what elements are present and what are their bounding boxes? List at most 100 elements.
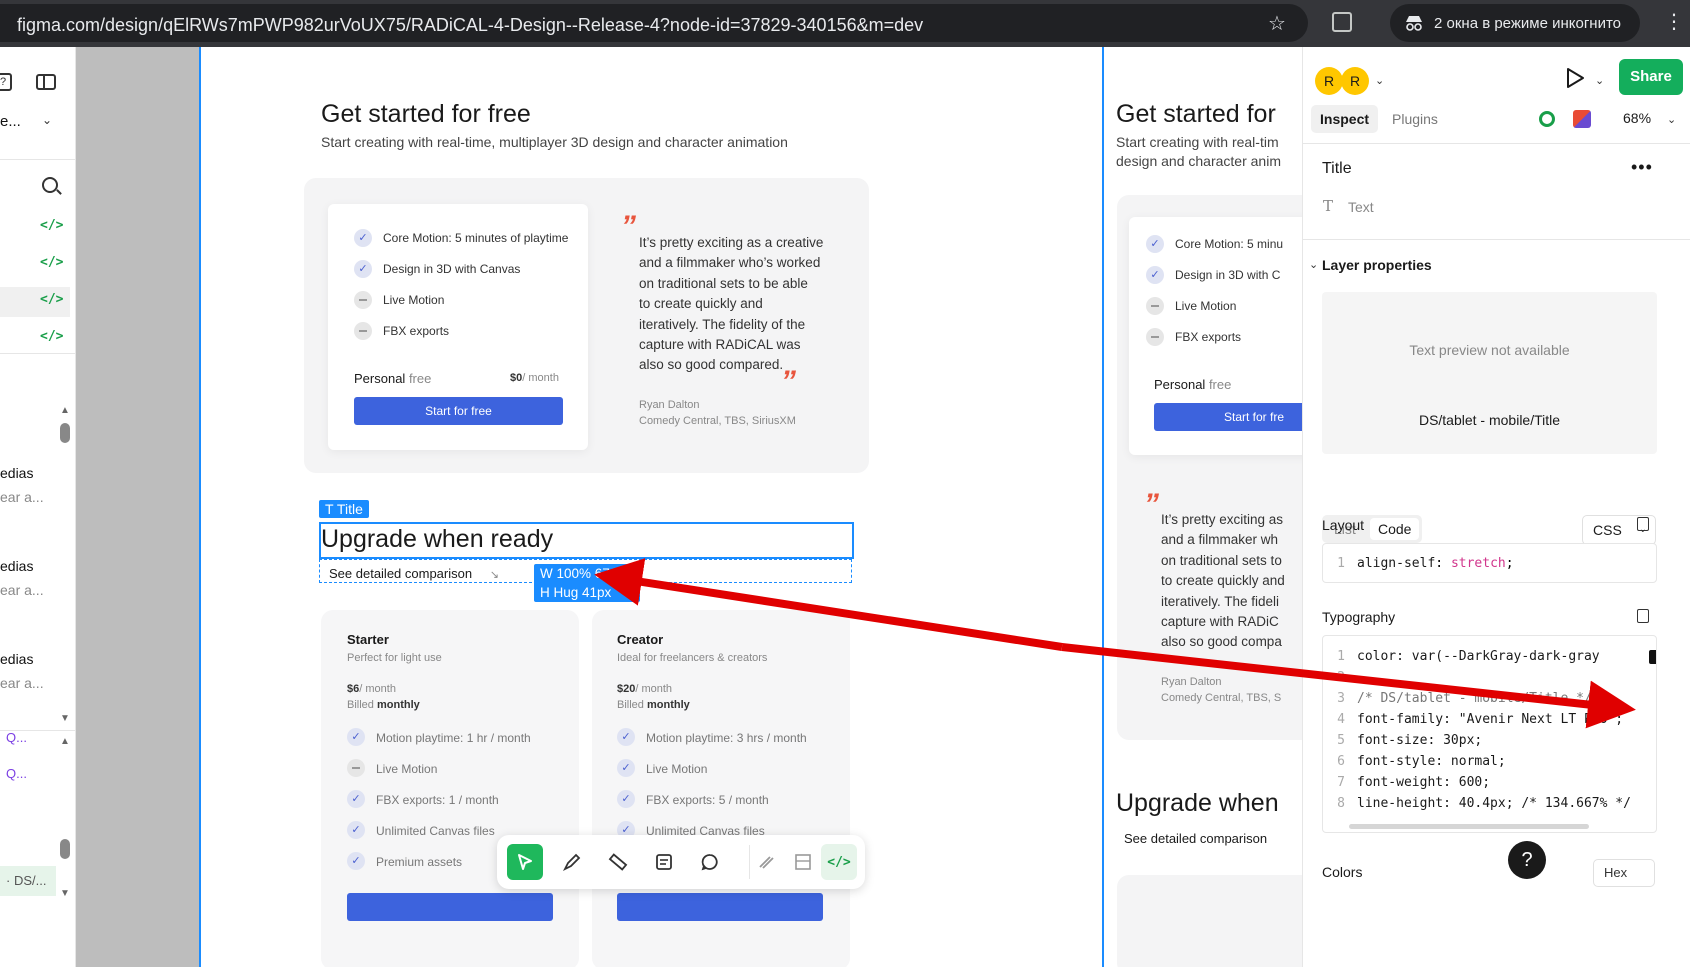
scroll-up-icon[interactable]: ▲ — [60, 736, 70, 747]
creator-buy-button[interactable] — [617, 893, 823, 921]
hero-subtitle[interactable]: design and character anim — [1116, 153, 1281, 169]
share-button[interactable]: Share — [1619, 59, 1683, 95]
chevron-down-icon[interactable]: ⌄ — [1667, 113, 1676, 126]
code-icon[interactable]: </> — [40, 329, 63, 344]
testimonial-quote[interactable]: It’s pretty exciting as a creative and a… — [639, 233, 829, 376]
chevron-down-icon[interactable]: ⌄ — [42, 113, 52, 127]
component-tool-icon[interactable] — [785, 844, 821, 880]
toggle-sidebar-icon[interactable] — [36, 74, 56, 90]
search-icon[interactable] — [42, 177, 58, 193]
quote-line: to create quickly and — [639, 296, 763, 312]
quote-line: It’s pretty exciting as — [1161, 512, 1284, 527]
feature-label: FBX exports: 1 / month — [376, 793, 499, 807]
code-icon[interactable]: </> — [40, 255, 63, 270]
comment-tool-icon[interactable] — [692, 844, 728, 880]
code-tool-icon[interactable]: </> — [821, 844, 857, 880]
selection-tag[interactable]: T Title — [319, 500, 369, 518]
plugin-color-icon[interactable] — [1573, 110, 1591, 128]
chevron-down-icon[interactable]: ⌄ — [1375, 74, 1384, 87]
avatar[interactable]: R — [1341, 67, 1369, 95]
comparison-link[interactable]: See detailed comparison ↘ — [329, 566, 499, 581]
tab-plugins[interactable]: Plugins — [1383, 105, 1447, 133]
hero-title[interactable]: Get started for — [1116, 100, 1276, 129]
draw-tool-icon[interactable] — [749, 844, 785, 880]
scroll-up-icon[interactable]: ▲ — [60, 405, 70, 416]
design-canvas[interactable]: Get started for free Start creating with… — [76, 47, 1302, 967]
scroll-down-icon[interactable]: ▼ — [60, 888, 70, 899]
feature-label: Core Motion: 5 minu — [1175, 237, 1284, 251]
feature-label: Motion playtime: 1 hr / month — [376, 731, 531, 745]
avatar[interactable]: R — [1315, 67, 1343, 95]
chevron-down-icon[interactable]: ⌄ — [1309, 258, 1318, 271]
divider — [0, 159, 75, 160]
help-icon[interactable]: ? — [0, 73, 12, 91]
line-number: 5 — [1337, 733, 1345, 748]
address-bar[interactable]: figma.com/design/qElRWs7mPWP982urVoUX75/… — [0, 4, 1308, 42]
testimonial-quote[interactable]: It’s pretty exciting as and a filmmaker … — [1161, 510, 1302, 653]
present-play-icon[interactable] — [1565, 67, 1585, 89]
feature-label: Core Motion: 5 minutes of playtime — [383, 231, 569, 245]
quote-line: on traditional sets to — [1161, 552, 1282, 568]
frame-tablet[interactable]: Get started for free Start creating with… — [199, 47, 1104, 967]
free-plan-card[interactable]: ✓ Core Motion: 5 minutes of playtime ✓ D… — [328, 204, 588, 450]
list-item-q[interactable]: Q... — [6, 730, 27, 745]
copy-icon[interactable] — [1637, 609, 1649, 623]
annotate-tool-icon[interactable] — [646, 844, 682, 880]
plugin-icon[interactable] — [1539, 111, 1555, 127]
browser-menu-icon[interactable]: ⋮ — [1664, 12, 1684, 32]
list-item-q[interactable]: Q... — [6, 766, 27, 781]
code-icon[interactable]: </> — [40, 218, 63, 233]
hero-title[interactable]: Get started for free — [321, 100, 531, 129]
chevron-down-icon[interactable]: ⌄ — [1595, 74, 1604, 87]
tab-inspect[interactable]: Inspect — [1311, 105, 1379, 133]
creator-plan-card[interactable]: Creator Ideal for freelancers & creators… — [592, 610, 850, 967]
url-text[interactable]: figma.com/design/qElRWs7mPWP982urVoUX75/… — [17, 15, 923, 36]
dash-icon — [347, 759, 365, 777]
color-swatch[interactable] — [1649, 650, 1656, 664]
typography-code-block[interactable]: 1 color: var(--DarkGray-dark-gray 2 3 /* D… — [1322, 635, 1657, 833]
hex-format-select[interactable]: Hex — [1593, 859, 1655, 887]
pen-tool-icon[interactable] — [554, 844, 590, 880]
layout-code-block[interactable]: 1 align-self: stretch; — [1322, 543, 1657, 583]
list-item-title[interactable]: edias — [0, 558, 33, 574]
list-item-sub: ear a... — [0, 582, 44, 598]
starter-plan-card[interactable]: Starter Perfect for light use $6/ month … — [321, 610, 579, 967]
hero-subtitle[interactable]: Start creating with real-time, multiplay… — [321, 134, 788, 150]
scroll-down-icon[interactable]: ▼ — [60, 713, 70, 724]
extensions-icon[interactable] — [1332, 12, 1352, 32]
copy-icon[interactable] — [1637, 517, 1649, 531]
layer-item-ds[interactable]: · DS/... — [0, 866, 56, 896]
scrollbar-thumb[interactable] — [60, 839, 70, 859]
code-icon[interactable]: </> — [40, 292, 63, 307]
start-free-button[interactable]: Start for fre — [1154, 403, 1302, 431]
comparison-link[interactable]: See detailed comparison — [1124, 831, 1267, 846]
page-selector[interactable]: e... — [0, 113, 21, 130]
starter-buy-button[interactable] — [347, 893, 553, 921]
list-item-title[interactable]: edias — [0, 465, 33, 481]
measure-tool-icon[interactable] — [600, 844, 636, 880]
zoom-level[interactable]: 68% — [1623, 110, 1651, 126]
help-button[interactable]: ? — [1508, 841, 1546, 879]
upgrade-title[interactable]: Upgrade when ready — [321, 525, 553, 554]
quote-line: on traditional sets to be able — [639, 275, 808, 291]
layer-properties-header[interactable]: Layer properties — [1322, 257, 1432, 273]
language-value: CSS — [1593, 522, 1622, 538]
move-tool-icon[interactable] — [507, 844, 543, 880]
code-scrollbar[interactable] — [1349, 824, 1589, 829]
free-plan-card[interactable]: ✓ Core Motion: 5 minu ✓ Design in 3D wit… — [1129, 217, 1302, 455]
upgrade-title[interactable]: Upgrade when — [1116, 789, 1279, 818]
scrollbar-thumb[interactable] — [60, 423, 70, 443]
frame-desktop-content[interactable]: Get started for Start creating with real… — [1104, 47, 1302, 967]
plan-card[interactable] — [1117, 875, 1302, 967]
bookmark-star-icon[interactable]: ☆ — [1268, 14, 1288, 34]
more-options-icon[interactable]: ••• — [1631, 157, 1653, 178]
incognito-indicator[interactable]: 2 окна в режиме инкогнито — [1390, 4, 1640, 42]
start-free-button[interactable]: Start for free — [354, 397, 563, 425]
view-code-option[interactable]: Code — [1370, 518, 1420, 540]
dash-icon — [354, 291, 372, 309]
quote-author: Ryan Dalton — [1161, 676, 1222, 688]
hero-subtitle[interactable]: Start creating with real-tim — [1116, 134, 1279, 150]
code-text: font-style: normal; — [1357, 754, 1506, 769]
dash-icon — [354, 322, 372, 340]
list-item-title[interactable]: edias — [0, 651, 33, 667]
